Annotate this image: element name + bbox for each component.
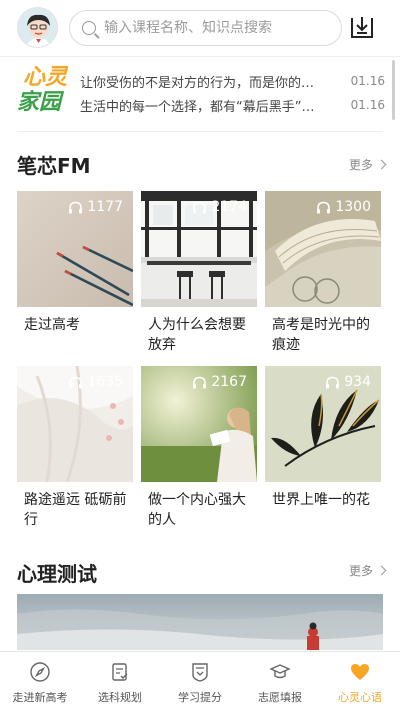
compass-icon bbox=[30, 662, 50, 682]
play-count: 2167 bbox=[192, 374, 247, 390]
news-section: 心灵 家园 让你受伤的不是对方的行为，而是你的… 01.16 生活中的每一个选择… bbox=[0, 62, 400, 124]
fm-section-title: 笔芯FM bbox=[17, 154, 91, 178]
fm-card-title: 高考是时光中的痕迹 bbox=[272, 317, 370, 353]
tab-xinling-xinyu[interactable]: 心灵心语 bbox=[320, 652, 400, 711]
fm-card-image: 934 bbox=[265, 366, 381, 482]
heart-icon bbox=[351, 664, 369, 680]
fm-card-title: 世界上唯一的花 bbox=[272, 492, 370, 508]
search-icon bbox=[82, 21, 96, 35]
news-item-text: 让你受伤的不是对方的行为，而是你的… bbox=[80, 75, 315, 91]
tab-zoujin-xingaokao[interactable]: 走进新高考 bbox=[0, 652, 80, 711]
news-scrollbar[interactable] bbox=[392, 60, 395, 120]
more-label: 更多 bbox=[348, 564, 373, 578]
tab-xuanke-guihua[interactable]: 选科规划 bbox=[80, 652, 160, 711]
test-banner-image[interactable] bbox=[17, 594, 383, 650]
chevron-right-icon bbox=[376, 159, 387, 170]
shield-badge-icon bbox=[192, 663, 208, 682]
fm-card-title: 路途遥远 砥砺前行 bbox=[24, 492, 127, 528]
play-count-value: 934 bbox=[344, 374, 371, 390]
play-count: 1635 bbox=[68, 374, 123, 390]
header-divider bbox=[0, 56, 400, 57]
bottom-tab-bar: 走进新高考 选科规划 学习提分 志愿填报 心灵心语 bbox=[0, 651, 400, 711]
tab-xuexi-tifen[interactable]: 学习提分 bbox=[160, 652, 240, 711]
fm-card[interactable]: 934 世界上唯一的花 bbox=[265, 366, 381, 510]
play-count: 1300 bbox=[316, 199, 371, 215]
search-input[interactable] bbox=[104, 20, 334, 36]
test-section-title: 心理测试 bbox=[17, 562, 97, 586]
play-count-value: 2174 bbox=[211, 199, 247, 215]
fm-card-title: 做一个内心强大的人 bbox=[148, 492, 246, 528]
fm-more-link[interactable]: 更多 bbox=[348, 156, 387, 173]
fm-card[interactable]: 1300 高考是时光中的痕迹 bbox=[265, 191, 381, 355]
test-more-link[interactable]: 更多 bbox=[348, 562, 387, 579]
fm-card-image: 2167 bbox=[141, 366, 257, 482]
fm-card-image: 1300 bbox=[265, 191, 381, 307]
play-count-value: 1300 bbox=[335, 199, 371, 215]
fm-card[interactable]: 1177 走过高考 bbox=[17, 191, 133, 335]
headphones-icon bbox=[193, 376, 207, 388]
fm-card-image: 1177 bbox=[17, 191, 133, 307]
fm-card-image: 1635 bbox=[17, 366, 133, 482]
search-bar[interactable] bbox=[69, 10, 342, 46]
news-item[interactable]: 生活中的每一个选择，都有“幕后黑手”… 01.16 bbox=[80, 94, 385, 116]
tab-zhiyuan-tianbao[interactable]: 志愿填报 bbox=[240, 652, 320, 711]
news-divider bbox=[17, 131, 383, 132]
checklist-icon bbox=[112, 663, 128, 681]
headphones-icon bbox=[69, 201, 83, 213]
logo-line-1: 心灵 bbox=[23, 65, 68, 90]
headphones-icon bbox=[317, 201, 331, 213]
play-count: 2174 bbox=[192, 199, 247, 215]
play-count-value: 1635 bbox=[87, 374, 123, 390]
top-header bbox=[0, 0, 400, 56]
play-count: 1177 bbox=[68, 199, 123, 215]
headphones-icon bbox=[193, 201, 207, 213]
fm-card-title: 人为什么会想要放弃 bbox=[148, 317, 246, 353]
avatar[interactable] bbox=[17, 7, 58, 48]
graduation-cap-icon bbox=[269, 664, 291, 679]
news-item-date: 01.16 bbox=[350, 74, 385, 88]
news-item-date: 01.16 bbox=[350, 98, 385, 112]
headphones-icon bbox=[326, 376, 340, 388]
chevron-right-icon bbox=[376, 565, 387, 576]
tab-label: 选科规划 bbox=[98, 691, 142, 704]
tab-label: 学习提分 bbox=[178, 691, 222, 704]
tab-label: 心灵心语 bbox=[338, 691, 382, 704]
headphones-icon bbox=[69, 376, 83, 388]
news-item[interactable]: 让你受伤的不是对方的行为，而是你的… 01.16 bbox=[80, 70, 385, 92]
play-count: 934 bbox=[325, 374, 371, 390]
fm-card[interactable]: 2167 做一个内心强大的人 bbox=[141, 366, 257, 530]
play-count-value: 2167 bbox=[211, 374, 247, 390]
download-icon[interactable] bbox=[349, 14, 375, 40]
news-item-text: 生活中的每一个选择，都有“幕后黑手”… bbox=[80, 99, 315, 115]
more-label: 更多 bbox=[348, 158, 373, 172]
tab-label: 走进新高考 bbox=[12, 691, 68, 704]
tab-label: 志愿填报 bbox=[258, 691, 302, 704]
xinling-jiayuan-logo: 心灵 家园 bbox=[17, 66, 71, 118]
logo-line-2: 家园 bbox=[17, 90, 62, 115]
avatar-image bbox=[18, 8, 57, 47]
fm-card-title: 走过高考 bbox=[24, 317, 80, 333]
play-count-value: 1177 bbox=[87, 199, 123, 215]
fm-card[interactable]: 1635 路途遥远 砥砺前行 bbox=[17, 366, 133, 530]
fm-card-image: 2174 bbox=[141, 191, 257, 307]
fm-card[interactable]: 2174 人为什么会想要放弃 bbox=[141, 191, 257, 355]
